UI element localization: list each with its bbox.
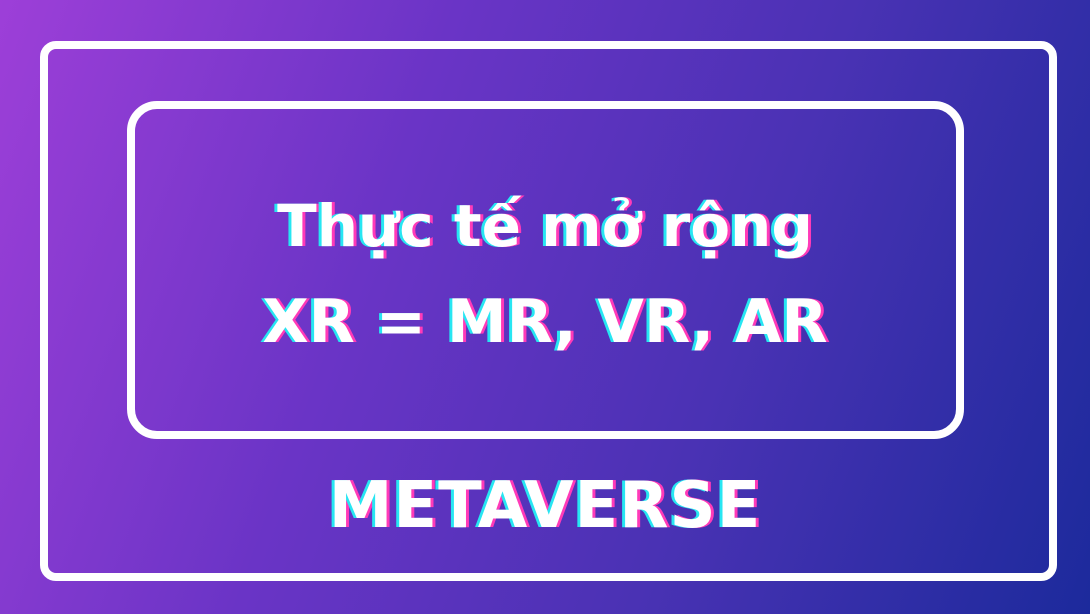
footer-label: METAVERSE	[328, 469, 762, 543]
title-line-2: XR = MR, VR, AR	[262, 287, 828, 357]
banner-canvas: Thực tế mở rộng XR = MR, VR, AR METAVERS…	[0, 0, 1090, 614]
title-line-1: Thực tế mở rộng	[277, 192, 813, 260]
inner-frame	[127, 101, 964, 439]
